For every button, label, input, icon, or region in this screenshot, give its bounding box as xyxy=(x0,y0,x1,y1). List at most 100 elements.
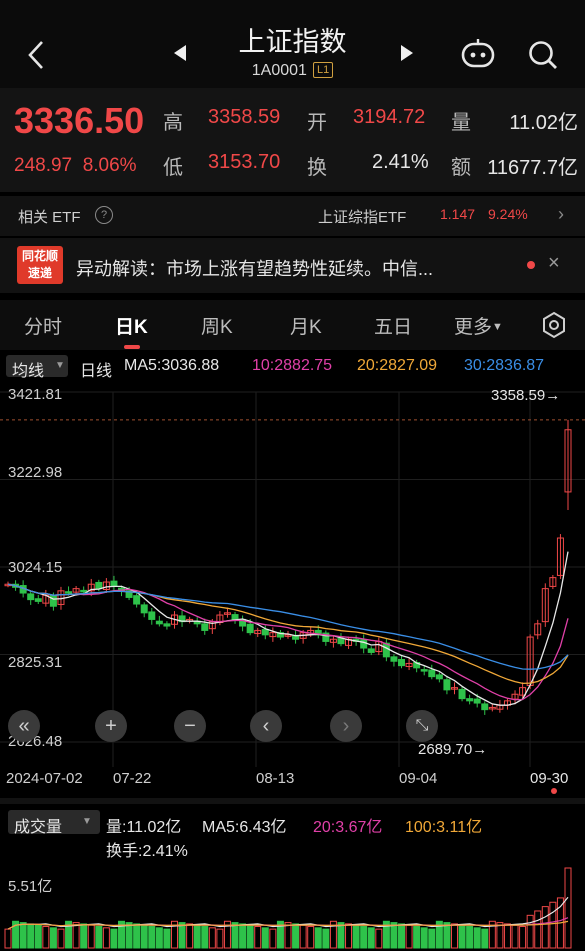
news-logo-line1: 同花顺 xyxy=(21,249,58,263)
volume-bar xyxy=(42,926,50,949)
volume-dropdown-label: 成交量 xyxy=(14,819,63,836)
tab-intraday[interactable]: 分时 xyxy=(24,312,62,339)
volume-ma100: 100:3.11亿 xyxy=(405,819,483,836)
kline-chart[interactable] xyxy=(0,382,585,767)
x-label-2: 08-13 xyxy=(256,770,295,787)
volume-bar xyxy=(178,922,186,949)
etf-percent: 9.24% xyxy=(488,206,528,222)
scroll-right-icon[interactable]: › xyxy=(330,710,362,742)
candle-body xyxy=(49,594,57,607)
volume-bar xyxy=(443,922,451,949)
tab-more[interactable]: 更多▼ xyxy=(454,312,503,339)
low-value: 3153.70 xyxy=(208,151,281,173)
volume-bar xyxy=(307,926,315,949)
volume-bar xyxy=(458,924,466,949)
volume-bar xyxy=(163,928,171,949)
volume-bar xyxy=(322,928,330,949)
candle-body xyxy=(231,614,239,620)
candle-body xyxy=(428,669,436,678)
settings-icon[interactable] xyxy=(540,311,568,339)
high-value: 3358.59 xyxy=(208,106,281,128)
volume-bar xyxy=(511,924,519,949)
volume-bar xyxy=(360,926,368,949)
ma5-line xyxy=(7,551,569,706)
tab-five-day[interactable]: 五日 xyxy=(374,312,412,339)
candle-body xyxy=(163,623,171,627)
volume-bar xyxy=(299,924,307,949)
active-tab-indicator xyxy=(124,345,140,349)
news-text[interactable]: 异动解读：市场上涨有望趋势性延续。中信... xyxy=(76,255,516,281)
volume-bar xyxy=(231,922,239,949)
scroll-left-icon[interactable]: ‹ xyxy=(250,710,282,742)
tab-more-label: 更多 xyxy=(454,317,493,338)
volume-dropdown-caret-icon: ▼ xyxy=(82,816,92,827)
volume-bar xyxy=(345,923,353,949)
volume-bar xyxy=(49,927,57,949)
candle-body xyxy=(155,620,163,625)
volume-bar xyxy=(352,924,360,949)
fullscreen-icon[interactable]: ⤡ xyxy=(406,710,438,742)
candle-body xyxy=(246,623,254,634)
candle-body xyxy=(466,698,474,702)
volume-bar xyxy=(254,926,262,949)
candle-body xyxy=(27,593,35,601)
etf-label: 相关 ETF xyxy=(18,209,81,226)
zoom-out-icon[interactable]: − xyxy=(174,710,206,742)
chevron-right-icon: › xyxy=(558,204,564,224)
candle-body xyxy=(34,598,42,602)
volume-bar xyxy=(4,928,12,949)
low-label: 低 xyxy=(163,157,183,179)
open-value: 3194.72 xyxy=(353,106,426,128)
change-value: 248.97 xyxy=(14,155,73,176)
ma-dropdown-label: 均线 xyxy=(12,363,45,380)
volume-bar xyxy=(193,924,201,949)
candle-body xyxy=(133,595,141,605)
candle-body xyxy=(481,703,489,711)
volume-today: 量:11.02亿 xyxy=(106,819,182,836)
candle-body xyxy=(95,581,103,590)
stock-code-text: 1A0001 xyxy=(251,62,307,79)
candle-body xyxy=(80,589,88,593)
close-icon[interactable]: × xyxy=(548,252,560,275)
ma10-value: 10:2882.75 xyxy=(252,357,333,374)
tab-weekly-k[interactable]: 周K xyxy=(201,312,233,339)
volume-bar xyxy=(549,901,557,949)
zoom-in-icon[interactable]: + xyxy=(95,710,127,742)
price-change: 248.97 8.06% xyxy=(14,155,137,177)
etf-row[interactable]: 相关 ETF ? 上证综指ETF 1.147 9.24% › xyxy=(0,196,585,236)
high-label: 高 xyxy=(163,112,183,134)
ma30-line xyxy=(7,583,569,670)
open-label: 开 xyxy=(307,112,327,134)
volume-bar xyxy=(80,923,88,949)
help-icon[interactable]: ? xyxy=(95,206,113,224)
candle-body xyxy=(337,637,345,645)
y-label-0: 3421.81 xyxy=(8,386,63,403)
search-icon[interactable] xyxy=(526,38,560,72)
ma-legend: 均线 ▼ 日线 MA5:3036.88 10:2882.75 20:2827.0… xyxy=(0,353,585,381)
volume-bar xyxy=(87,924,95,949)
y-label-1: 3222.98 xyxy=(8,464,63,481)
next-stock-icon[interactable] xyxy=(397,43,417,63)
tab-daily-k[interactable]: 日K xyxy=(115,312,148,339)
etf-price: 1.147 xyxy=(440,206,476,222)
x-label-1: 07-22 xyxy=(113,770,152,787)
candle-body xyxy=(458,688,466,700)
robot-assistant-icon[interactable] xyxy=(458,36,498,72)
candle-body xyxy=(360,639,368,649)
min-price-marker: 2689.70→ xyxy=(418,741,488,758)
volume-bar xyxy=(216,928,224,949)
volume-bar xyxy=(292,923,300,949)
candle-body xyxy=(140,604,148,614)
collapse-left-icon[interactable]: « xyxy=(8,710,40,742)
volume-bar xyxy=(27,923,35,949)
candle-body xyxy=(201,623,209,631)
volume-bar xyxy=(413,926,421,949)
ma-period: 日线 xyxy=(80,363,113,380)
ma30-value: 30:2836.87 xyxy=(464,357,545,374)
ma10-line xyxy=(7,583,569,701)
tab-monthly-k[interactable]: 月K xyxy=(290,312,322,339)
unread-dot xyxy=(527,261,535,269)
x-label-4: 09-30 xyxy=(530,770,569,787)
volume-label: 量 xyxy=(451,112,471,134)
volume-bar xyxy=(95,926,103,949)
